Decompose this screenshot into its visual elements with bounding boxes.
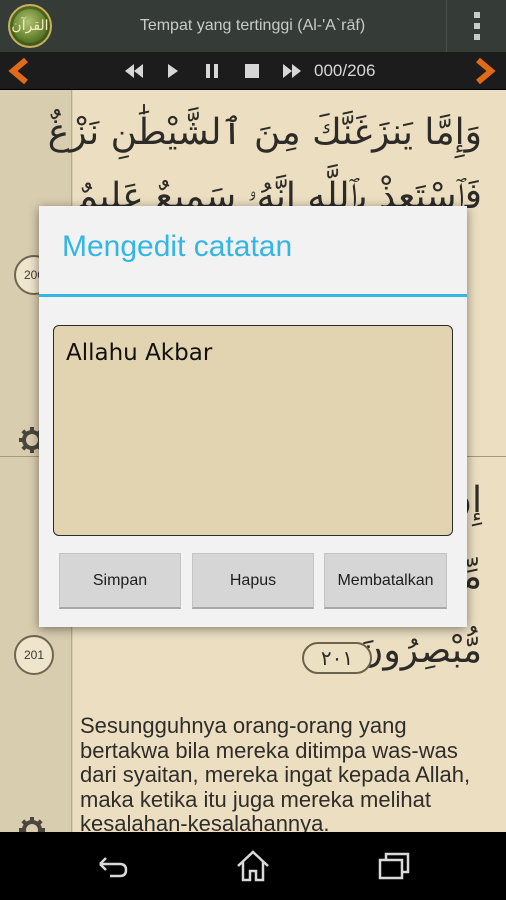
system-navigation-bar xyxy=(0,832,506,900)
cancel-button[interactable]: Membatalkan xyxy=(324,553,447,609)
audio-toolbar: 000/206 xyxy=(0,52,506,90)
home-icon[interactable] xyxy=(233,846,273,886)
note-textarea[interactable] xyxy=(53,325,453,536)
arabic-verse-line: مُّبْصِرُونَ xyxy=(356,630,482,671)
action-bar: القرآن Tempat yang tertinggi (Al-'A`rāf) xyxy=(0,0,506,52)
delete-button[interactable]: Hapus xyxy=(192,553,314,609)
arabic-verse-line: وَإِمَّا يَنزَغَنَّكَ مِنَ ٱلشَّيْطَٰنِ … xyxy=(47,112,482,153)
app-logo-icon[interactable]: القرآن xyxy=(8,4,52,48)
dialog-title: Mengedit catatan xyxy=(62,230,293,263)
ayah-counter: 000/206 xyxy=(314,61,376,80)
rewind-icon[interactable] xyxy=(122,52,146,90)
arrow-left-icon[interactable] xyxy=(6,58,32,84)
overflow-dot-icon xyxy=(474,34,480,40)
edit-note-dialog: Mengedit catatan Simpan Hapus Membatalka… xyxy=(39,206,467,627)
dialog-divider xyxy=(39,294,467,297)
ayah-end-marker: ٢٠١ xyxy=(302,642,372,674)
stop-icon[interactable] xyxy=(242,52,262,90)
overflow-dot-icon xyxy=(474,23,480,29)
save-button[interactable]: Simpan xyxy=(59,553,181,609)
pause-icon[interactable] xyxy=(202,52,222,90)
verse-translation: Sesungguhnya orang-orang yang bertakwa b… xyxy=(80,713,471,836)
fast-forward-icon[interactable] xyxy=(280,52,304,90)
arrow-right-icon[interactable] xyxy=(472,58,498,84)
recent-apps-icon[interactable] xyxy=(374,846,414,886)
overflow-dot-icon xyxy=(474,12,480,18)
overflow-menu-button[interactable] xyxy=(446,0,506,52)
ayah-number-badge[interactable]: 201 xyxy=(14,635,54,675)
app-title: Tempat yang tertinggi (Al-'A`rāf) xyxy=(139,17,366,34)
back-icon[interactable] xyxy=(92,846,132,886)
play-icon[interactable] xyxy=(162,52,182,90)
